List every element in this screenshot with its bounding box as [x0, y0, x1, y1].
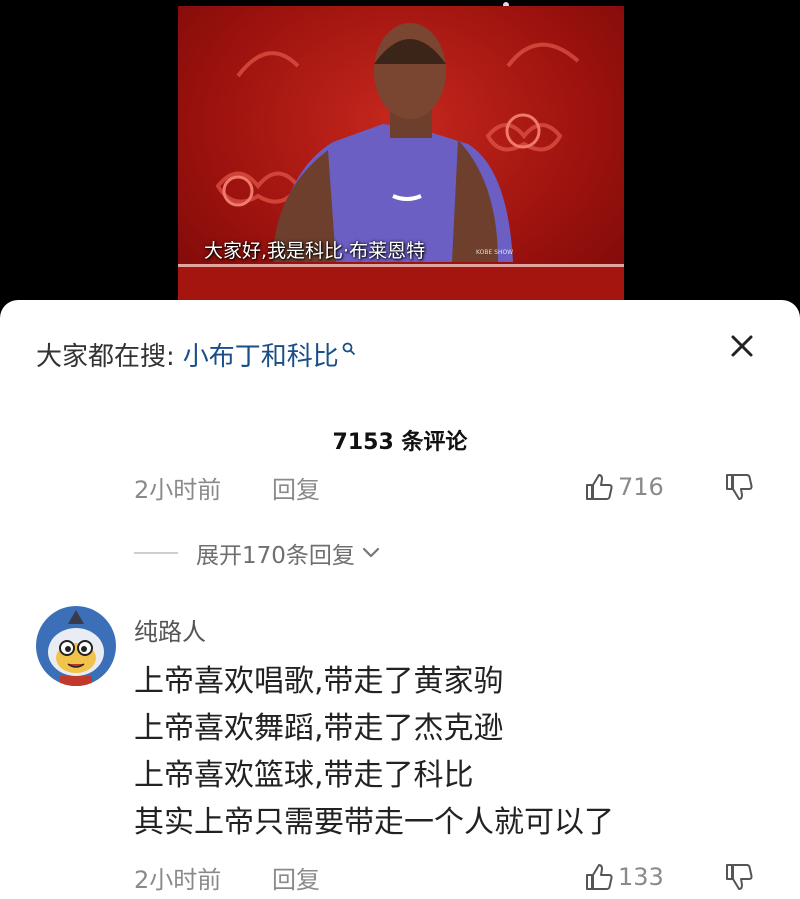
search-suggestion-prefix: 大家都在搜: — [36, 342, 175, 372]
comment-body: 上帝喜欢唱歌,带走了黄家驹 上帝喜欢舞蹈,带走了杰克逊 上帝喜欢篮球,带走了科比… — [134, 658, 614, 846]
comment-actions-row: 2小时前 回复 716 — [134, 470, 764, 504]
comment-actions-row: 2小时前 回复 133 — [134, 860, 764, 894]
close-icon[interactable] — [726, 330, 758, 362]
comment-line: 其实上帝只需要带走一个人就可以了 — [134, 805, 614, 840]
reply-button[interactable]: 回复 — [272, 470, 320, 505]
expand-replies-label: 展开170条回复 — [196, 543, 355, 569]
comment-line: 上帝喜欢篮球,带走了科比 — [134, 758, 474, 793]
search-suggestion-term[interactable]: 小布丁和科比 — [183, 336, 339, 373]
comment-time: 2小时前 — [134, 475, 222, 504]
like-button[interactable]: 716 — [584, 472, 664, 502]
video-frame: 大家好,我是科比·布莱恩特 KOBE SHOW — [178, 6, 624, 300]
like-button[interactable]: 133 — [584, 862, 664, 892]
video-subtitle: 大家好,我是科比·布莱恩特 — [204, 240, 426, 262]
search-suggestion[interactable]: 大家都在搜: 小布丁和科比 — [36, 336, 356, 373]
like-count: 133 — [618, 863, 664, 891]
expand-replies-button[interactable]: 展开170条回复 — [134, 536, 381, 570]
search-icon[interactable] — [342, 342, 356, 356]
comment-line: 上帝喜欢舞蹈,带走了杰克逊 — [134, 711, 504, 746]
comment-time: 2小时前 — [134, 865, 222, 894]
avatar[interactable] — [36, 606, 116, 686]
reply-button[interactable]: 回复 — [272, 860, 320, 895]
thumbs-down-icon[interactable] — [724, 862, 754, 892]
thumbs-up-icon — [586, 474, 613, 500]
thumbs-down-icon[interactable] — [724, 472, 754, 502]
comment-line: 上帝喜欢唱歌,带走了黄家驹 — [134, 664, 504, 699]
comment-count: 7153 条评论 — [332, 430, 468, 455]
video-watermark: KOBE SHOW — [476, 249, 514, 256]
chevron-down-icon — [362, 547, 380, 558]
like-count: 716 — [618, 473, 664, 501]
comment-username[interactable]: 纯路人 — [134, 612, 206, 647]
video-player[interactable]: 大家好,我是科比·布莱恩特 KOBE SHOW — [0, 0, 800, 300]
thumbs-up-icon — [586, 864, 613, 890]
avatar-cartoon-image — [36, 606, 116, 686]
video-bottom-band — [178, 264, 624, 300]
comments-sheet: 大家都在搜: 小布丁和科比 7153 条评论 2小时前 回复 716 展开170… — [0, 300, 800, 899]
expand-divider-line — [134, 552, 178, 554]
